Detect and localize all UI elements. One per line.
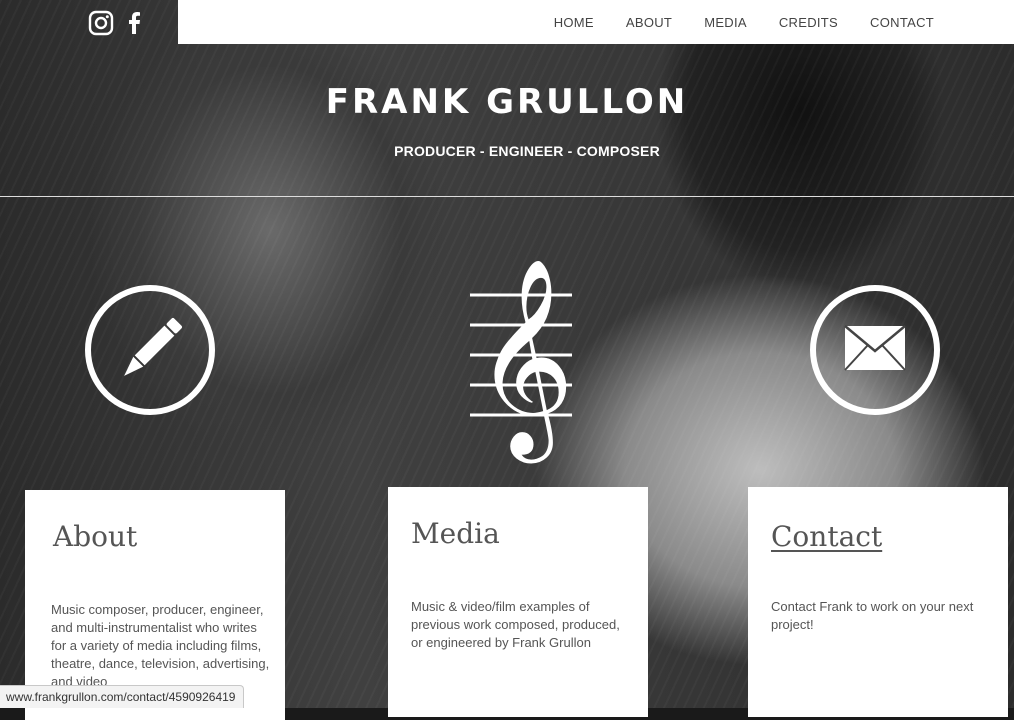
pencil-icon	[111, 309, 191, 394]
contact-icon-circle[interactable]	[810, 285, 940, 415]
nav-credits[interactable]: CREDITS	[779, 15, 838, 30]
contact-card-text: Contact Frank to work on your next proje…	[771, 599, 974, 632]
nav-about[interactable]: ABOUT	[626, 15, 672, 30]
main-nav: HOME ABOUT MEDIA CREDITS CONTACT	[554, 0, 934, 44]
media-card-text: Music & video/film examples of previous …	[411, 599, 620, 650]
envelope-icon	[842, 323, 908, 378]
divider	[0, 196, 1014, 197]
media-clef-graphic[interactable]: 𝄞	[468, 255, 574, 467]
media-card-title[interactable]: Media	[411, 517, 500, 550]
contact-card: Contact Contact Frank to work on your ne…	[748, 487, 1008, 717]
link-preview-status-bar: www.frankgrullon.com/contact/4590926419	[0, 685, 245, 708]
about-card-text: Music composer, producer, engineer, and …	[51, 602, 270, 689]
social-links	[88, 8, 142, 38]
instagram-icon[interactable]	[88, 10, 114, 36]
site-title: FRANK GRULLON	[325, 82, 689, 122]
top-navigation-bar: HOME ABOUT MEDIA CREDITS CONTACT	[178, 0, 1014, 44]
nav-home[interactable]: HOME	[554, 15, 594, 30]
nav-contact[interactable]: CONTACT	[870, 15, 934, 30]
about-card-title[interactable]: About	[53, 520, 137, 553]
media-card: Media Music & video/film examples of pre…	[388, 487, 648, 717]
facebook-icon[interactable]	[126, 10, 142, 36]
about-icon-circle[interactable]	[85, 285, 215, 415]
nav-media[interactable]: MEDIA	[704, 15, 747, 30]
contact-card-title[interactable]: Contact	[771, 520, 882, 553]
site-subtitle: PRODUCER - ENGINEER - COMPOSER	[394, 143, 660, 159]
treble-clef-icon: 𝄞	[474, 257, 575, 455]
